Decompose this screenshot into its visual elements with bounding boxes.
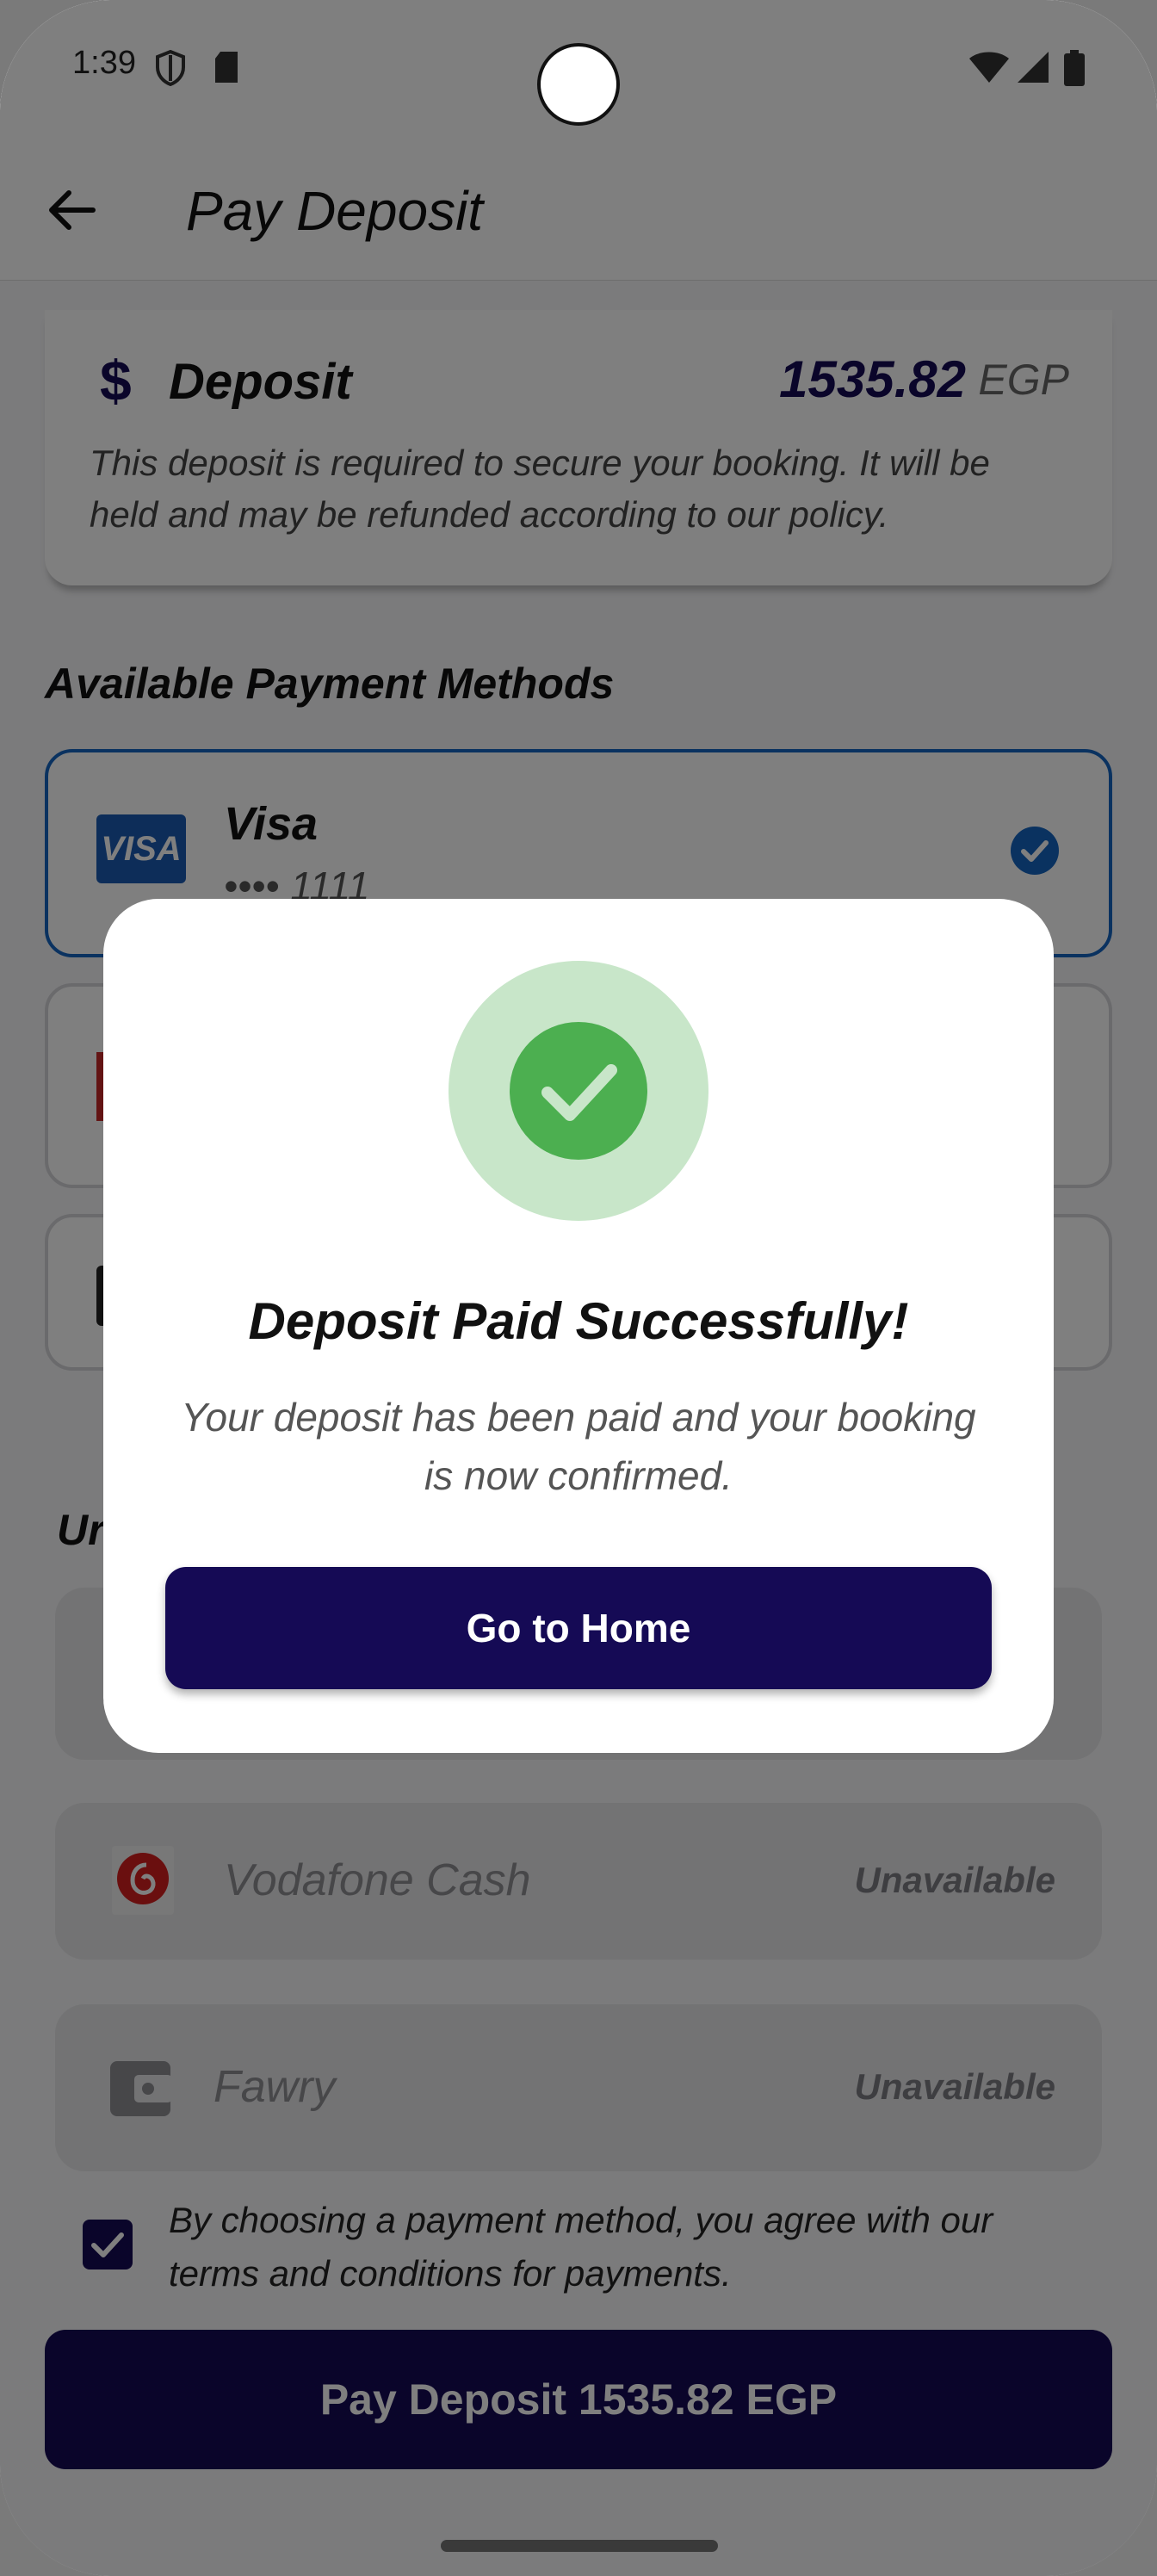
phone-screen: 1:39 Pay Deposit $ Deposit 1535.82 EGP T — [0, 0, 1157, 2576]
front-camera — [537, 43, 620, 126]
check-icon — [541, 1064, 617, 1121]
dialog-message: Your deposit has been paid and your book… — [181, 1395, 976, 1498]
go-to-home-button[interactable]: Go to Home — [165, 1567, 992, 1689]
success-badge — [449, 961, 708, 1221]
dialog-title: Deposit Paid Successfully! — [248, 1292, 909, 1350]
gesture-home-bar[interactable] — [441, 2540, 718, 2552]
success-dialog: Deposit Paid Successfully! Your deposit … — [103, 899, 1054, 1753]
